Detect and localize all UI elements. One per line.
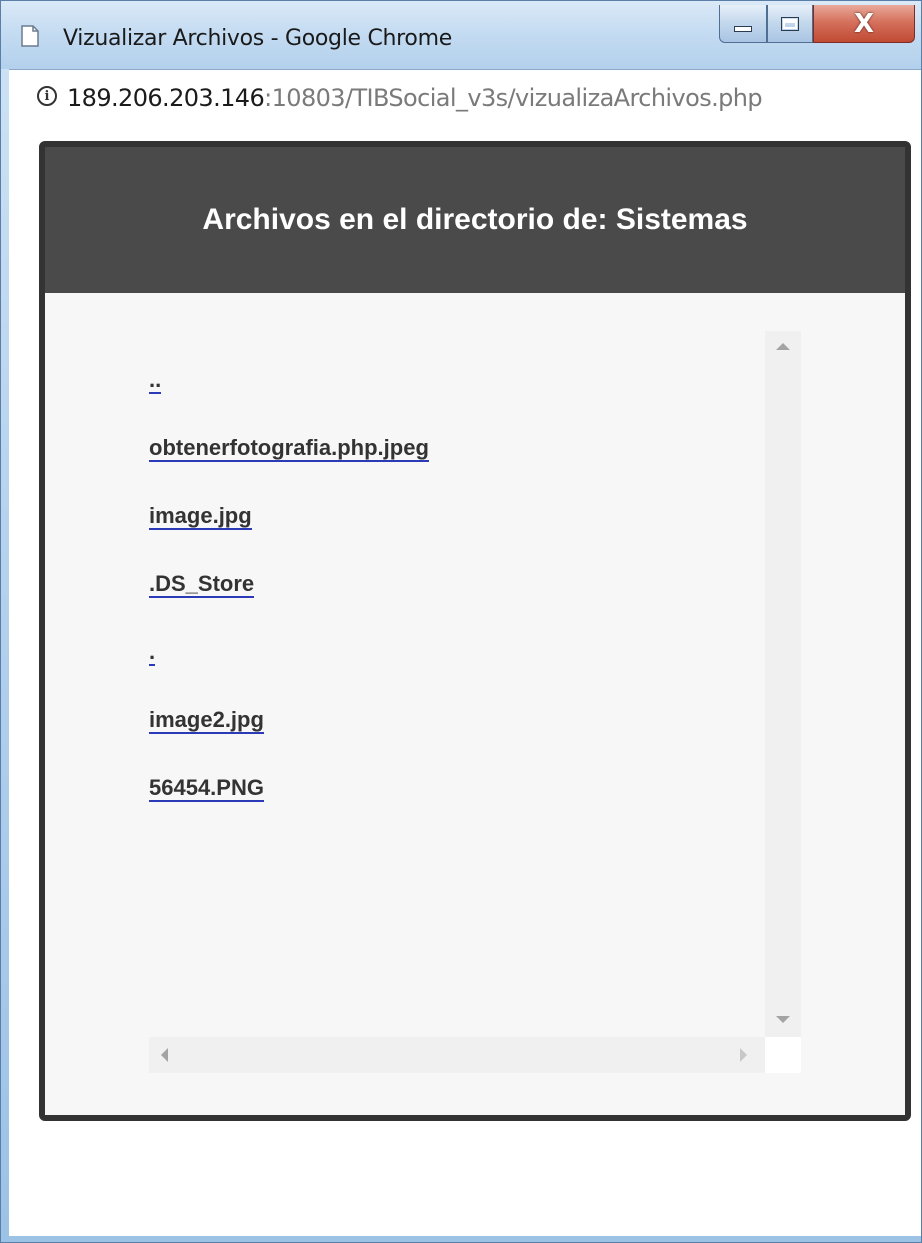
file-list-scroll-area[interactable]: .. obtenerfotografia.php.jpeg image.jpg … [149, 331, 801, 1073]
maximize-button[interactable] [767, 5, 813, 43]
file-link-current-dir[interactable]: . [149, 639, 763, 707]
file-link-obtenerfotografia[interactable]: obtenerfotografia.php.jpeg [149, 435, 763, 503]
info-icon[interactable]: i [37, 86, 57, 106]
file-link-label: image2.jpg [149, 707, 264, 734]
file-list: .. obtenerfotografia.php.jpeg image.jpg … [149, 367, 763, 843]
window-title: Vizualizar Archivos - Google Chrome [63, 26, 452, 51]
modal-title: Archivos en el directorio de: Sistemas [202, 203, 748, 236]
maximize-icon [781, 16, 799, 31]
file-link-label: .DS_Store [149, 571, 255, 598]
file-link-label: obtenerfotografia.php.jpeg [149, 435, 429, 462]
scrollbar-corner [765, 1037, 801, 1073]
file-link-ds-store[interactable]: .DS_Store [149, 571, 763, 639]
file-link-label: 56454.PNG [149, 775, 264, 802]
url-path: :10803/TIBSocial_v3s/vizualizaArchivos.p… [264, 84, 763, 112]
modal-header: Archivos en el directorio de: Sistemas [45, 147, 905, 293]
scroll-left-arrow-icon[interactable] [161, 1048, 168, 1062]
vertical-scrollbar[interactable] [765, 331, 801, 1037]
file-link-label: .. [149, 367, 162, 394]
file-link-label: . [149, 639, 156, 666]
minimize-icon [734, 25, 752, 32]
url-host: 189.206.203.146 [67, 84, 265, 112]
file-link-image2[interactable]: image2.jpg [149, 707, 763, 775]
file-link-56454[interactable]: 56454.PNG [149, 775, 763, 843]
horizontal-scrollbar[interactable] [149, 1037, 765, 1073]
scroll-down-arrow-icon[interactable] [776, 1016, 790, 1023]
url-text[interactable]: 189.206.203.146:10803/TIBSocial_v3s/vizu… [67, 84, 763, 112]
title-bar[interactable]: Vizualizar Archivos - Google Chrome X [1, 1, 921, 69]
files-modal: Archivos en el directorio de: Sistemas .… [39, 141, 911, 1121]
address-bar[interactable]: i 189.206.203.146:10803/TIBSocial_v3s/vi… [9, 69, 921, 125]
scroll-up-arrow-icon[interactable] [776, 343, 790, 350]
file-link-parent-dir[interactable]: .. [149, 367, 763, 435]
scroll-right-arrow-icon[interactable] [740, 1048, 747, 1062]
close-button[interactable]: X [813, 5, 915, 43]
browser-window: Vizualizar Archivos - Google Chrome X i … [0, 0, 922, 1243]
close-icon: X [853, 8, 875, 39]
minimize-button[interactable] [719, 5, 767, 43]
file-link-image[interactable]: image.jpg [149, 503, 763, 571]
file-link-label: image.jpg [149, 503, 252, 530]
document-icon [21, 25, 39, 47]
page-viewport: Archivos en el directorio de: Sistemas .… [9, 125, 921, 1236]
